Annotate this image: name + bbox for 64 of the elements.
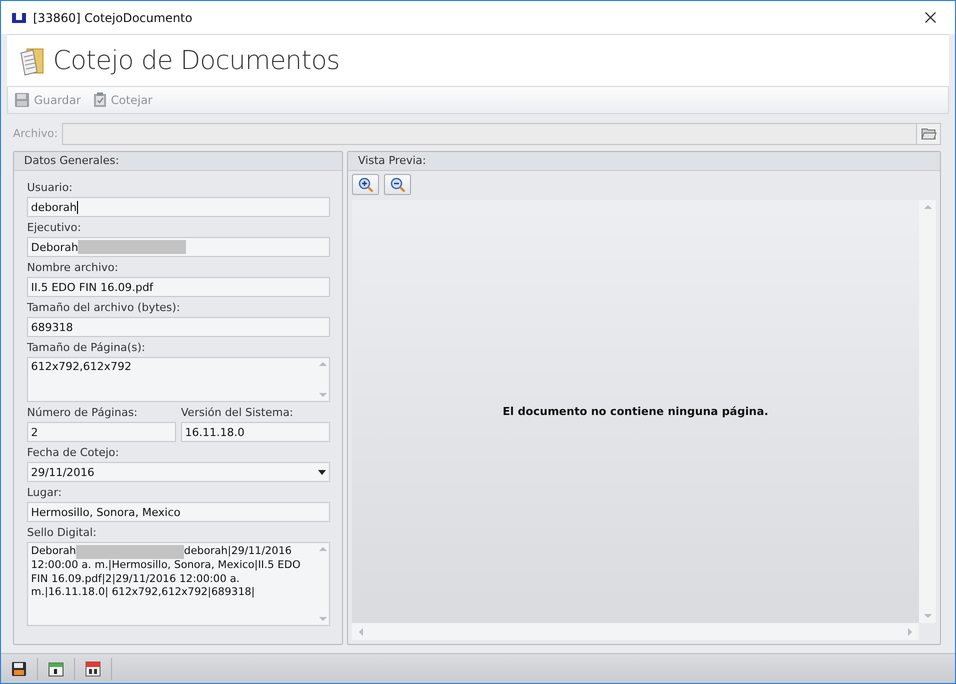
date-field[interactable]: 29/11/2016 <box>27 462 330 482</box>
text-field[interactable]: II.5 EDO FIN 16.09.pdf <box>27 277 330 297</box>
seal-text-start: Deborah <box>31 545 76 559</box>
text-area[interactable]: Deborah deborah|29/11/2016 12:00:00 a. m.|Hermosillo, Sonora, Mexico|II.5 EDO FIN 16.09.pdf|2|29/11/2016 12:00:00 a. m.|16.11.18.0| 612x792,612x792|689318| <box>27 542 330 626</box>
field-label: Usuario: <box>27 181 74 194</box>
text-field[interactable]: Hermosillo, Sonora, Mexico <box>27 502 330 522</box>
field-value: 16.11.18.0 <box>185 426 244 438</box>
field-value: 29/11/2016 <box>31 466 94 478</box>
field-value: 612x792,612x792 <box>31 360 132 373</box>
field-label: Nombre archivo: <box>27 261 120 274</box>
text-field[interactable]: 2 <box>27 422 176 442</box>
panel-title: Vista Previa: <box>348 152 940 171</box>
empty-message: El documento no contiene ninguna página. <box>502 405 768 418</box>
zoom-in-button[interactable] <box>352 174 379 195</box>
clipboard-check-icon <box>92 92 107 108</box>
text-field[interactable]: 16.11.18.0 <box>181 422 330 442</box>
field-value: deborah <box>31 200 77 214</box>
field-label: Ejecutivo: <box>27 221 82 234</box>
window-title: [33860] CotejoDocumento <box>33 10 194 24</box>
zoom-out-button[interactable] <box>384 174 411 195</box>
scroll-arrow-icon[interactable] <box>907 628 913 636</box>
field-value: Hermosillo, Sonora, Mexico <box>31 506 181 518</box>
field-label: Número de Páginas: <box>27 406 139 419</box>
scroll-arrow-icon[interactable] <box>319 392 327 398</box>
toolbar-icon-button[interactable] <box>11 658 38 680</box>
field-value: Deborah <box>31 240 78 254</box>
field-value: 689318 <box>31 320 73 334</box>
panel-title: Datos Generales: <box>14 152 342 171</box>
toolbar-icon-button[interactable] <box>85 658 112 680</box>
folder-icon <box>920 128 936 140</box>
browse-button[interactable] <box>916 124 940 144</box>
zoom-in-icon <box>358 176 374 192</box>
text-field[interactable]: Deborah <box>27 237 330 257</box>
scroll-arrow-icon[interactable] <box>319 616 327 622</box>
scroll-arrow-icon[interactable] <box>924 613 932 619</box>
calendar-icon <box>48 660 64 676</box>
file-path-field[interactable] <box>62 122 941 144</box>
field-label: Tamaño del archivo (bytes): <box>27 301 182 314</box>
scroll-arrow-icon[interactable] <box>319 546 327 552</box>
field-label: Versión del Sistema: <box>181 406 294 419</box>
field-label: Sello Digital: <box>27 526 98 539</box>
text-field[interactable]: 689318 <box>27 317 330 337</box>
field-value: 2 <box>31 426 38 438</box>
scroll-arrow-icon[interactable] <box>319 361 327 367</box>
text-area[interactable]: 612x792,612x792 <box>27 357 330 402</box>
field-label: Lugar: <box>27 486 63 499</box>
dropdown-caret-icon[interactable] <box>318 470 326 474</box>
zoom-out-icon <box>390 176 406 192</box>
app-logo-icon <box>11 12 27 24</box>
field-label: Fecha de Cotejo: <box>27 446 120 459</box>
calendar-icon <box>85 660 101 677</box>
scroll-arrow-icon[interactable] <box>924 204 932 210</box>
horizontal-scrollbar[interactable] <box>352 623 919 640</box>
text-field[interactable]: deborah <box>27 197 330 217</box>
seal-text-first-line: deborah|29/11/2016 <box>184 545 292 559</box>
field-value: II.5 EDO FIN 16.09.pdf <box>31 280 154 294</box>
scroll-arrow-icon[interactable] <box>358 628 364 636</box>
toolbar-icon-button[interactable] <box>48 658 75 680</box>
page-title: Cotejo de Documentos <box>53 46 340 76</box>
seal-text-rest: 12:00:00 a. m.|Hermosillo, Sonora, Mexico|II.5 EDO FIN 16.09.pdf|2|29/11/2016 12:00:00 a. m.|16.11.18.0| 612x792,612x792|689318| <box>31 559 302 600</box>
close-icon <box>924 12 936 23</box>
field-label: Tamaño de Página(s): <box>27 341 146 354</box>
vertical-scrollbar[interactable] <box>919 200 936 623</box>
field-label: Archivo: <box>13 127 58 140</box>
